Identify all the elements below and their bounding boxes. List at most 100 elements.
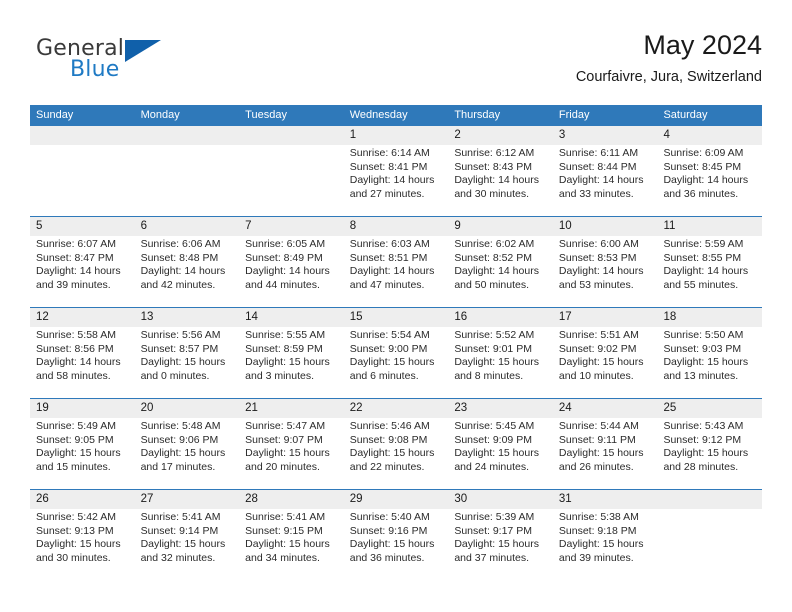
calendar-day-cell[interactable]: 19 Sunrise: 5:49 AM Sunset: 9:05 PM Dayligh… [30, 399, 135, 489]
day-detail-sunset: Sunset: 9:17 PM [454, 524, 532, 537]
calendar-day-cell[interactable]: 29 Sunrise: 5:40 AM Sunset: 9:16 PM Dayligh… [344, 490, 449, 580]
day-detail-daylight-line1: Daylight: 14 hours [140, 265, 226, 278]
calendar-day-cell[interactable]: 5 Sunrise: 6:07 AM Sunset: 8:47 PM Daylight… [30, 217, 135, 307]
calendar-week-row: 12 Sunrise: 5:58 AM Sunset: 8:56 PM Dayligh… [30, 307, 762, 398]
calendar-day-cell[interactable]: 27 Sunrise: 5:41 AM Sunset: 9:14 PM Dayligh… [135, 490, 240, 580]
day-detail-sunrise: Sunrise: 6:00 AM [558, 238, 639, 250]
day-detail: Sunrise: 5:45 AM Sunset: 9:09 PM Daylight:… [454, 420, 549, 474]
calendar-day-cell[interactable]: 28 Sunrise: 5:41 AM Sunset: 9:15 PM Dayligh… [239, 490, 344, 580]
day-number: 15 [349, 311, 363, 323]
calendar-day-cell[interactable]: 31 Sunrise: 5:38 AM Sunset: 9:18 PM Dayligh… [553, 490, 658, 580]
day-detail-daylight-line2: and 34 minutes. [245, 551, 320, 564]
calendar-day-cell[interactable]: 22 Sunrise: 5:46 AM Sunset: 9:08 PM Dayligh… [344, 399, 449, 489]
day-detail-daylight-line2: and 6 minutes. [349, 369, 419, 382]
day-number: 26 [36, 493, 49, 505]
calendar-day-cell[interactable]: 13 Sunrise: 5:56 AM Sunset: 8:57 PM Dayligh… [135, 308, 240, 398]
day-detail-daylight-line1: Daylight: 14 hours [454, 265, 539, 278]
day-detail-sunrise: Sunrise: 5:59 AM [663, 238, 744, 250]
calendar-day-cell[interactable]: 15 Sunrise: 5:54 AM Sunset: 9:00 PM Dayligh… [344, 308, 449, 398]
calendar-day-cell[interactable]: 24 Sunrise: 5:44 AM Sunset: 9:11 PM Dayligh… [553, 399, 658, 489]
day-detail: Sunrise: 5:50 AM Sunset: 9:03 PM Daylight:… [663, 329, 758, 383]
day-detail: Sunrise: 5:38 AM Sunset: 9:18 PM Daylight:… [559, 511, 654, 565]
day-detail-daylight-line1: Daylight: 15 hours [245, 356, 330, 369]
day-detail-daylight-line2: and 3 minutes. [245, 369, 315, 382]
day-detail: Sunrise: 6:03 AM Sunset: 8:51 PM Daylight:… [350, 238, 445, 292]
weekday-header-friday: Friday [558, 109, 590, 121]
day-detail-daylight-line2: and 20 minutes. [245, 460, 320, 473]
calendar-page: General Blue May 2024 Courfaivre, Jura, … [0, 0, 792, 612]
calendar-day-cell[interactable]: 6 Sunrise: 6:06 AM Sunset: 8:48 PM Daylight… [135, 217, 240, 307]
calendar-day-cell[interactable]: 21 Sunrise: 5:47 AM Sunset: 9:07 PM Dayligh… [239, 399, 344, 489]
day-detail-sunset: Sunset: 9:00 PM [349, 342, 428, 355]
calendar-day-cell[interactable]: 17 Sunrise: 5:51 AM Sunset: 9:02 PM Dayligh… [553, 308, 658, 398]
calendar-day-cell[interactable]: 11 Sunrise: 5:59 AM Sunset: 8:55 PM Dayligh… [657, 217, 762, 307]
day-number: 17 [558, 311, 572, 323]
page-title: May 2024 [643, 30, 762, 60]
day-detail-daylight-line2: and 55 minutes. [663, 278, 739, 291]
calendar-week-cells: 1 Sunrise: 6:14 AM Sunset: 8:41 PM Daylight… [30, 126, 762, 216]
calendar-day-cell[interactable]: 26 Sunrise: 5:42 AM Sunset: 9:13 PM Dayligh… [30, 490, 135, 580]
calendar-day-cell[interactable]: 16 Sunrise: 5:52 AM Sunset: 9:01 PM Dayligh… [448, 308, 553, 398]
weekday-header-saturday: Saturday [663, 109, 708, 121]
day-detail-sunrise: Sunrise: 5:55 AM [245, 329, 326, 341]
day-number: 23 [454, 402, 468, 414]
day-detail: Sunrise: 5:44 AM Sunset: 9:11 PM Daylight:… [559, 420, 654, 474]
calendar-day-cell[interactable]: 7 Sunrise: 6:05 AM Sunset: 8:49 PM Daylight… [239, 217, 344, 307]
calendar-day-cell[interactable]: 20 Sunrise: 5:48 AM Sunset: 9:06 PM Dayligh… [135, 399, 240, 489]
calendar-week-row: 26 Sunrise: 5:42 AM Sunset: 9:13 PM Dayligh… [30, 489, 762, 580]
calendar-day-cell[interactable]: 14 Sunrise: 5:55 AM Sunset: 8:59 PM Dayligh… [239, 308, 344, 398]
calendar-day-cell[interactable]: 2 Sunrise: 6:12 AM Sunset: 8:43 PM Daylight… [448, 126, 553, 216]
calendar-day-cell[interactable]: 18 Sunrise: 5:50 AM Sunset: 9:03 PM Dayligh… [657, 308, 762, 398]
day-detail: Sunrise: 5:46 AM Sunset: 9:08 PM Daylight:… [350, 420, 445, 474]
calendar-weeks: 1 Sunrise: 6:14 AM Sunset: 8:41 PM Daylight… [30, 126, 762, 580]
day-number: 22 [349, 402, 363, 414]
day-detail-sunrise: Sunrise: 6:12 AM [454, 147, 535, 159]
day-detail-sunset: Sunset: 9:07 PM [245, 433, 323, 446]
day-detail-sunrise: Sunrise: 5:58 AM [36, 329, 116, 341]
day-detail: Sunrise: 5:59 AM Sunset: 8:55 PM Daylight:… [663, 238, 758, 292]
calendar-day-cell[interactable]: 25 Sunrise: 5:43 AM Sunset: 9:12 PM Dayligh… [657, 399, 762, 489]
day-detail-sunrise: Sunrise: 5:41 AM [245, 511, 326, 523]
day-detail: Sunrise: 6:06 AM Sunset: 8:48 PM Daylight:… [141, 238, 236, 292]
day-detail-sunset: Sunset: 8:52 PM [454, 251, 532, 264]
day-detail-sunset: Sunset: 8:55 PM [663, 251, 742, 264]
day-detail-daylight-line2: and 30 minutes. [454, 187, 530, 200]
calendar-day-cell[interactable]: 9 Sunrise: 6:02 AM Sunset: 8:52 PM Daylight… [448, 217, 553, 307]
day-number: 20 [140, 402, 154, 414]
day-detail-daylight-line2: and 32 minutes. [140, 551, 216, 564]
day-detail-sunset: Sunset: 8:44 PM [558, 160, 637, 173]
day-detail-daylight-line2: and 42 minutes. [140, 278, 216, 291]
day-detail-sunrise: Sunrise: 5:49 AM [36, 420, 116, 432]
calendar-week-cells: 12 Sunrise: 5:58 AM Sunset: 8:56 PM Dayligh… [30, 308, 762, 398]
day-detail-daylight-line2: and 0 minutes. [140, 369, 210, 382]
day-detail-sunrise: Sunrise: 6:03 AM [349, 238, 430, 250]
day-detail: Sunrise: 5:40 AM Sunset: 9:16 PM Daylight:… [350, 511, 445, 565]
day-detail: Sunrise: 5:43 AM Sunset: 9:12 PM Daylight:… [663, 420, 758, 474]
day-detail-daylight-line1: Daylight: 14 hours [36, 356, 121, 369]
day-number: 12 [36, 311, 49, 323]
calendar-week-cells: 5 Sunrise: 6:07 AM Sunset: 8:47 PM Daylight… [30, 217, 762, 307]
day-detail-sunrise: Sunrise: 5:38 AM [558, 511, 639, 523]
day-detail-daylight-line2: and 26 minutes. [558, 460, 634, 473]
calendar-day-cell[interactable]: 12 Sunrise: 5:58 AM Sunset: 8:56 PM Dayligh… [30, 308, 135, 398]
calendar-day-cell[interactable]: 4 Sunrise: 6:09 AM Sunset: 8:45 PM Daylight… [657, 126, 762, 216]
day-detail: Sunrise: 5:41 AM Sunset: 9:14 PM Daylight:… [141, 511, 236, 565]
day-number: 31 [558, 493, 572, 505]
calendar-grid: Sunday Monday Tuesday Wednesday Thursday… [30, 105, 762, 580]
calendar-day-cell[interactable]: 30 Sunrise: 5:39 AM Sunset: 9:17 PM Dayligh… [448, 490, 553, 580]
general-blue-logo[interactable]: General Blue [36, 36, 216, 92]
day-detail-sunset: Sunset: 9:18 PM [558, 524, 637, 537]
calendar-day-cell[interactable]: 1 Sunrise: 6:14 AM Sunset: 8:41 PM Daylight… [344, 126, 449, 216]
day-detail-sunset: Sunset: 8:43 PM [454, 160, 532, 173]
day-detail: Sunrise: 5:41 AM Sunset: 9:15 PM Daylight:… [245, 511, 340, 565]
weekday-header-wednesday: Wednesday [349, 109, 408, 121]
day-detail-daylight-line2: and 37 minutes. [454, 551, 530, 564]
day-detail-daylight-line1: Daylight: 14 hours [454, 174, 539, 187]
calendar-day-cell[interactable]: 10 Sunrise: 6:00 AM Sunset: 8:53 PM Dayligh… [553, 217, 658, 307]
calendar-day-cell[interactable]: 8 Sunrise: 6:03 AM Sunset: 8:51 PM Daylight… [344, 217, 449, 307]
day-detail-daylight-line2: and 58 minutes. [36, 369, 111, 382]
calendar-day-cell[interactable]: 23 Sunrise: 5:45 AM Sunset: 9:09 PM Dayligh… [448, 399, 553, 489]
day-detail-sunset: Sunset: 9:01 PM [454, 342, 532, 355]
day-detail-daylight-line1: Daylight: 15 hours [36, 538, 121, 551]
calendar-day-cell[interactable]: 3 Sunrise: 6:11 AM Sunset: 8:44 PM Daylight… [553, 126, 658, 216]
